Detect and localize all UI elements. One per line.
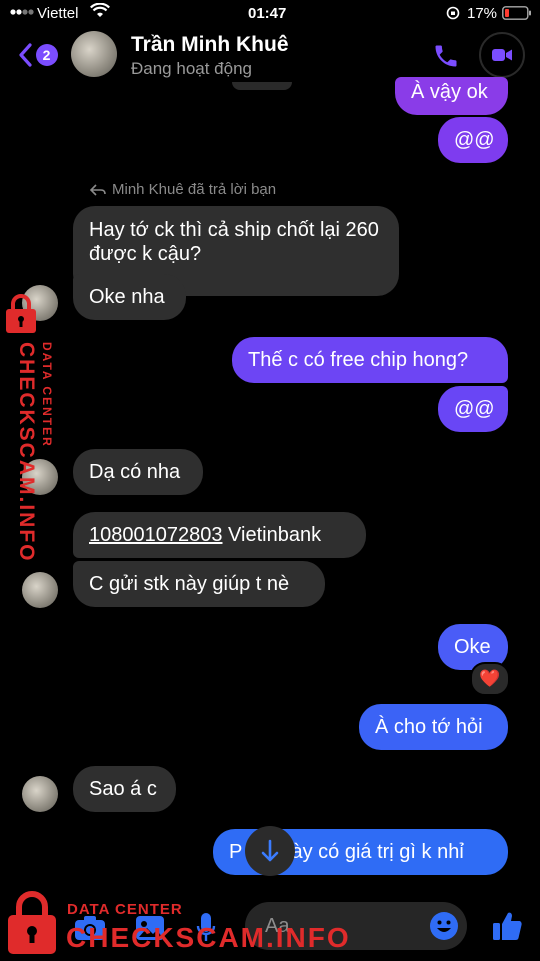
watermark-lock-logo [4, 293, 38, 335]
incoming-message[interactable]: Sao á c [73, 766, 176, 812]
outgoing-message[interactable]: @@ [438, 117, 508, 163]
message-prefix: P [229, 841, 243, 863]
partial-bubble [232, 82, 292, 90]
outgoing-message[interactable]: À cho tớ hỏi [359, 704, 508, 750]
thumbs-up-icon [493, 912, 522, 940]
incoming-message[interactable]: 108001072803 Vietinbank [73, 512, 366, 558]
reply-note-text: Minh Khuê đã trả lời bạn [112, 181, 277, 198]
message-rest: này có giá trị gì k nhỉ [280, 841, 464, 863]
outgoing-message[interactable]: @@ [438, 386, 508, 432]
outgoing-message[interactable]: À vậy ok [395, 77, 508, 115]
back-button[interactable]: 2 [14, 42, 60, 68]
outgoing-message[interactable]: Thế c có free chip hong? [232, 337, 508, 383]
watermark-side-top: DATA CENTER [40, 342, 54, 448]
battery-percent: 17% [467, 5, 498, 22]
contact-avatar-small [22, 572, 58, 608]
incoming-message[interactable]: Oke nha [73, 274, 186, 320]
account-number-link[interactable]: 108001072803 [89, 524, 222, 546]
like-button[interactable] [487, 906, 527, 946]
phone-icon [435, 45, 457, 67]
watermark-bottom-top: DATA CENTER [67, 901, 183, 918]
watermark-side-main: CHECKSCAM.INFO [15, 342, 38, 563]
arrow-down-icon [261, 839, 279, 862]
clock: 01:47 [248, 5, 287, 22]
message-line: Hay tớ ck thì cả ship chốt lại 260 [89, 219, 379, 241]
scroll-to-bottom-button[interactable] [245, 826, 295, 876]
video-camera-icon [492, 49, 512, 61]
watermark-bottom-main: CHECKSCAM.INFO [66, 922, 351, 953]
status-bar: Viettel 01:47 17% [0, 0, 540, 28]
presence-status: Đang hoạt động [131, 59, 252, 78]
carrier-name: Viettel [37, 5, 79, 22]
contact-avatar-small [22, 776, 58, 812]
bank-name: Vietinbank [222, 524, 322, 546]
smiley-icon [430, 912, 458, 940]
chevron-left-icon [18, 43, 32, 67]
contact-name[interactable]: Trần Minh Khuê [131, 33, 289, 57]
unread-count-badge: 2 [35, 44, 58, 66]
battery-icon [502, 6, 532, 24]
reaction-heart-icon[interactable]: ❤️ [470, 662, 510, 696]
orientation-lock-icon [446, 6, 460, 24]
incoming-message[interactable]: C gửi stk này giúp t nè [73, 561, 325, 607]
contact-avatar[interactable] [71, 31, 117, 77]
signal-icon [10, 5, 34, 22]
emoji-button[interactable] [428, 910, 460, 942]
watermark-lock-logo-large [6, 890, 58, 956]
message-line: được k cậu? [89, 243, 202, 265]
incoming-message[interactable]: Dạ có nha [73, 449, 203, 495]
video-call-button[interactable] [479, 32, 525, 78]
reply-indicator: Minh Khuê đã trả lời bạn [90, 181, 276, 198]
wifi-icon [90, 2, 110, 23]
reply-arrow-icon [90, 183, 106, 196]
voice-call-button[interactable] [428, 38, 464, 74]
